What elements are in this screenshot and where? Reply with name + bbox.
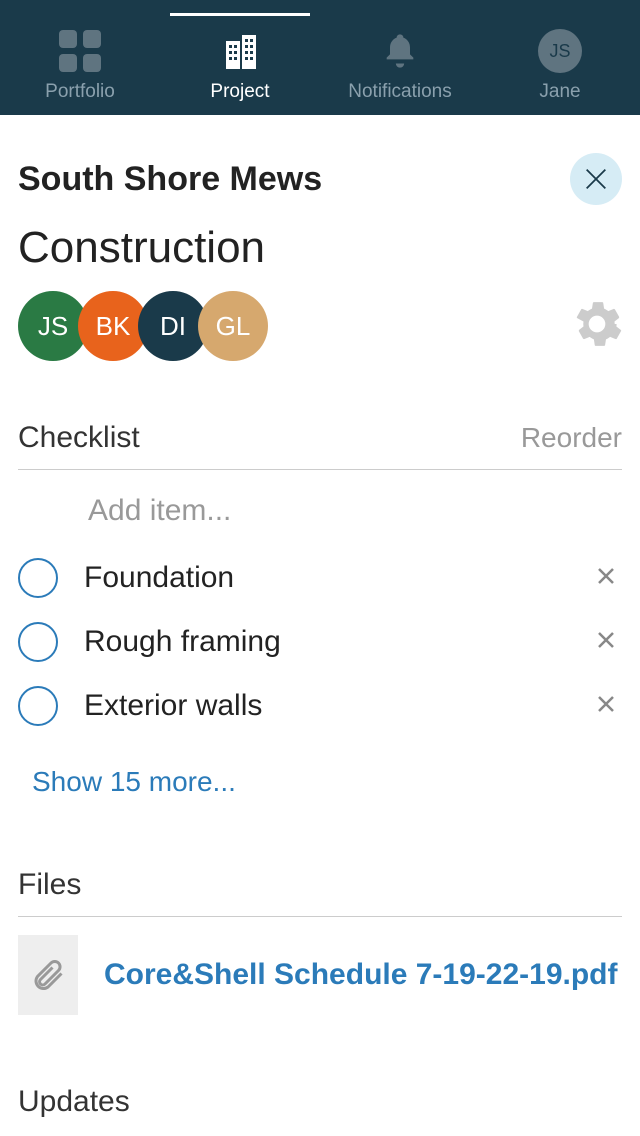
- avatar-icon: JS: [536, 27, 584, 75]
- checklist-item-label: Exterior walls: [84, 689, 590, 723]
- project-title: South Shore Mews: [18, 160, 322, 199]
- avatar[interactable]: GL: [198, 291, 268, 361]
- nav-label: Portfolio: [45, 81, 115, 103]
- checklist-item-label: Foundation: [84, 561, 590, 595]
- remove-item-button[interactable]: [590, 560, 622, 597]
- file-thumbnail[interactable]: [18, 935, 78, 1015]
- nav-label: Project: [210, 81, 269, 103]
- file-name-link[interactable]: Core&Shell Schedule 7-19-22-19.pdf: [104, 956, 618, 994]
- avatar-initials: JS: [538, 29, 582, 73]
- checklist-item-label: Rough framing: [84, 625, 590, 659]
- x-icon: [594, 564, 618, 588]
- nav-project[interactable]: Project: [160, 13, 320, 115]
- nav-notifications[interactable]: Notifications: [320, 13, 480, 115]
- close-icon: [582, 165, 610, 193]
- assignee-avatars: JS BK DI GL: [18, 291, 268, 361]
- updates-heading: Updates: [18, 1085, 622, 1119]
- checklist-item: Rough framing: [18, 610, 622, 674]
- grid-icon: [56, 27, 104, 75]
- checklist-item: Exterior walls: [18, 674, 622, 738]
- remove-item-button[interactable]: [590, 624, 622, 661]
- close-button[interactable]: [570, 153, 622, 205]
- reorder-button[interactable]: Reorder: [521, 422, 622, 454]
- settings-button[interactable]: [572, 299, 622, 354]
- checklist-item: Foundation: [18, 546, 622, 610]
- checkbox[interactable]: [18, 558, 58, 598]
- gear-icon: [572, 299, 622, 349]
- paperclip-icon: [30, 957, 66, 993]
- bell-icon: [376, 27, 424, 75]
- checkbox[interactable]: [18, 686, 58, 726]
- x-icon: [594, 628, 618, 652]
- checkbox[interactable]: [18, 622, 58, 662]
- remove-item-button[interactable]: [590, 688, 622, 725]
- nav-profile[interactable]: JS Jane: [480, 13, 640, 115]
- show-more-button[interactable]: Show 15 more...: [32, 766, 622, 798]
- top-nav: Portfolio Project Notifications JS Jane: [0, 0, 640, 115]
- nav-label: Jane: [539, 81, 580, 103]
- file-row: Core&Shell Schedule 7-19-22-19.pdf: [18, 935, 622, 1015]
- nav-portfolio[interactable]: Portfolio: [0, 13, 160, 115]
- buildings-icon: [216, 27, 264, 75]
- nav-label: Notifications: [348, 81, 452, 103]
- files-heading: Files: [18, 868, 622, 917]
- add-item-input[interactable]: Add item...: [18, 470, 622, 546]
- checklist-heading: Checklist: [18, 421, 140, 455]
- page-title: Construction: [18, 223, 622, 273]
- x-icon: [594, 692, 618, 716]
